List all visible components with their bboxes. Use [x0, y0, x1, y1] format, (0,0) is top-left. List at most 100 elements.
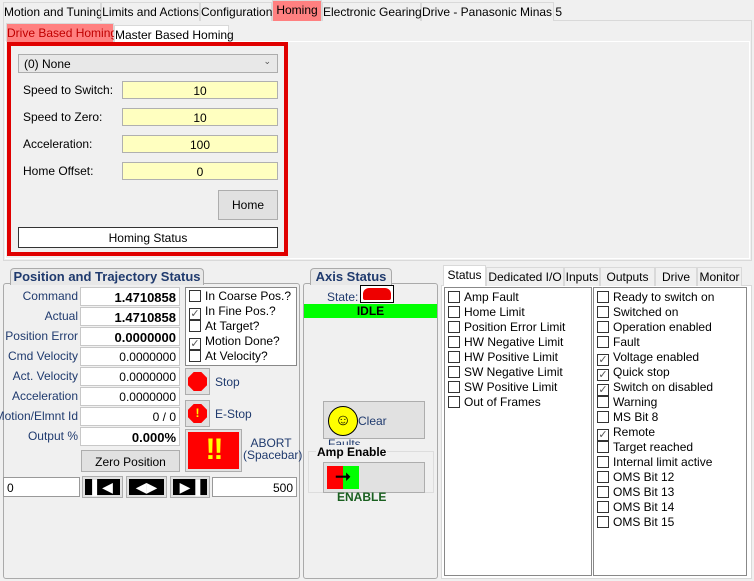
checkbox[interactable] — [597, 456, 609, 468]
checkbox[interactable] — [597, 486, 609, 498]
checkbox[interactable] — [448, 321, 460, 333]
checkbox[interactable] — [448, 366, 460, 378]
checkbox[interactable] — [597, 441, 609, 453]
status-item: Target reached — [594, 440, 746, 455]
homing-field-input[interactable]: 10 — [122, 108, 278, 126]
tab-limits-and-actions[interactable]: Limits and Actions — [101, 2, 200, 21]
tab-master-based-homing[interactable]: Master Based Homing — [114, 25, 234, 42]
tab-drive-based-homing[interactable]: Drive Based Homing — [6, 23, 117, 42]
motion-flag: In Coarse Pos.? — [186, 289, 296, 304]
checkbox[interactable] — [448, 336, 460, 348]
tab-drive-panasonic[interactable]: Drive - Panasonic Minas 5 — [421, 2, 562, 21]
stop-button[interactable] — [185, 368, 210, 395]
checkbox[interactable] — [448, 306, 460, 318]
status-item: OMS Bit 14 — [594, 500, 746, 515]
status-item: Operation enabled — [594, 320, 746, 335]
checkbox[interactable] — [597, 291, 609, 303]
homing-field-input[interactable]: 10 — [122, 81, 278, 99]
position-row-label: Output % — [27, 429, 78, 443]
checkbox[interactable] — [597, 471, 609, 483]
checkbox-label: SW Negative Limit — [464, 365, 563, 379]
tab-motion-and-tuning[interactable]: Motion and Tuning — [3, 2, 103, 21]
state-value: IDLE — [304, 304, 437, 318]
position-row-label: Motion/Elmnt Id — [0, 409, 78, 423]
checkbox-label: Remote — [613, 425, 656, 439]
status-item: MS Bit 8 — [594, 410, 746, 425]
status-list-left: Amp Fault Home Limit Position Error Limit H… — [444, 287, 592, 576]
checkbox[interactable] — [597, 336, 609, 348]
motion-flag: ✓ In Fine Pos.? — [186, 304, 296, 320]
checkbox[interactable] — [597, 411, 609, 423]
status-item: ✓ Switch on disabled — [594, 380, 746, 396]
clear-faults-button[interactable]: ☺ Clear Faults — [323, 401, 425, 451]
home-button[interactable]: Home — [218, 190, 278, 220]
checkbox[interactable] — [189, 290, 201, 302]
checkbox-label: Amp Fault — [464, 290, 519, 304]
checkbox[interactable] — [448, 381, 460, 393]
checkbox[interactable] — [597, 516, 609, 528]
checkbox-label: Fault — [613, 335, 640, 349]
checkbox[interactable]: ✓ — [597, 429, 609, 441]
checkbox[interactable] — [597, 501, 609, 513]
jog-both-icon: ◀▶ — [129, 479, 164, 495]
checkbox[interactable]: ✓ — [189, 338, 201, 350]
checkbox[interactable]: ✓ — [597, 369, 609, 381]
checkbox-label: MS Bit 8 — [613, 410, 659, 424]
checkbox[interactable] — [597, 321, 609, 333]
position-row-value: 0.0000000 — [80, 367, 180, 386]
checkbox[interactable] — [189, 320, 201, 332]
checkbox[interactable] — [597, 306, 609, 318]
jog-max-input[interactable]: 500 — [212, 477, 297, 497]
checkbox-label: Ready to switch on — [613, 290, 715, 304]
jog-both-button[interactable]: ◀▶ — [126, 476, 167, 498]
checkbox-label: Out of Frames — [464, 395, 541, 409]
position-row-label: Position Error — [5, 329, 78, 343]
checkbox-label: Internal limit active — [613, 455, 713, 469]
car-icon — [360, 285, 394, 303]
homing-method-dropdown[interactable]: (0) None ⌄ — [18, 54, 278, 73]
estop-icon: ! — [188, 404, 207, 423]
homing-field-input[interactable]: 0 — [122, 162, 278, 180]
zero-position-button[interactable]: Zero Position — [81, 450, 180, 472]
status-tab-inputs[interactable]: Inputs — [564, 267, 600, 286]
jog-positive-button[interactable]: ▶▐ — [170, 476, 210, 498]
checkbox-label: HW Positive Limit — [464, 350, 559, 364]
tab-homing[interactable]: Homing — [272, 0, 322, 21]
homing-field-input[interactable]: 100 — [122, 135, 278, 153]
tab-configuration[interactable]: Configuration — [200, 2, 272, 21]
checkbox[interactable]: ✓ — [189, 308, 201, 320]
status-tab-monitor[interactable]: Monitor — [697, 267, 742, 286]
checkbox-label: In Coarse Pos.? — [205, 289, 292, 303]
checkbox-label: OMS Bit 15 — [613, 515, 675, 529]
jog-negative-button[interactable]: ▌◀ — [82, 476, 123, 498]
checkbox[interactable] — [448, 351, 460, 363]
status-tab-status[interactable]: Status — [443, 265, 486, 286]
checkbox[interactable] — [597, 396, 609, 408]
status-item: OMS Bit 15 — [594, 515, 746, 530]
checkbox-label: In Fine Pos.? — [205, 304, 276, 318]
status-item: Switched on — [594, 305, 746, 320]
smiley-icon: ☺ — [328, 406, 358, 436]
checkbox[interactable]: ✓ — [597, 384, 609, 396]
homing-field-label: Acceleration: — [23, 137, 93, 151]
status-item: Ready to switch on — [594, 290, 746, 305]
status-tab-dedicated-i-o[interactable]: Dedicated I/O — [486, 267, 564, 286]
position-row-label: Act. Velocity — [12, 369, 78, 383]
position-row-value: 0.000% — [80, 427, 180, 446]
estop-button[interactable]: ! — [185, 400, 210, 427]
position-row-value: 0.0000000 — [80, 327, 180, 346]
checkbox-label: Target reached — [613, 440, 694, 454]
checkbox[interactable] — [448, 396, 460, 408]
checkbox[interactable]: ✓ — [597, 354, 609, 366]
homing-field-label: Speed to Switch: — [23, 83, 114, 97]
abort-button[interactable]: !! — [185, 429, 242, 472]
status-tab-outputs[interactable]: Outputs — [600, 267, 655, 286]
enable-button[interactable]: ➞ ENABLE — [323, 462, 425, 504]
checkbox[interactable] — [189, 350, 201, 362]
checkbox[interactable] — [448, 291, 460, 303]
position-row-label: Command — [22, 289, 78, 303]
jog-min-input[interactable]: 0 — [3, 477, 80, 497]
status-tab-drive[interactable]: Drive — [655, 267, 697, 286]
homing-field-label: Speed to Zero: — [23, 110, 103, 124]
tab-electronic-gearing[interactable]: Electronic Gearing — [322, 2, 422, 21]
